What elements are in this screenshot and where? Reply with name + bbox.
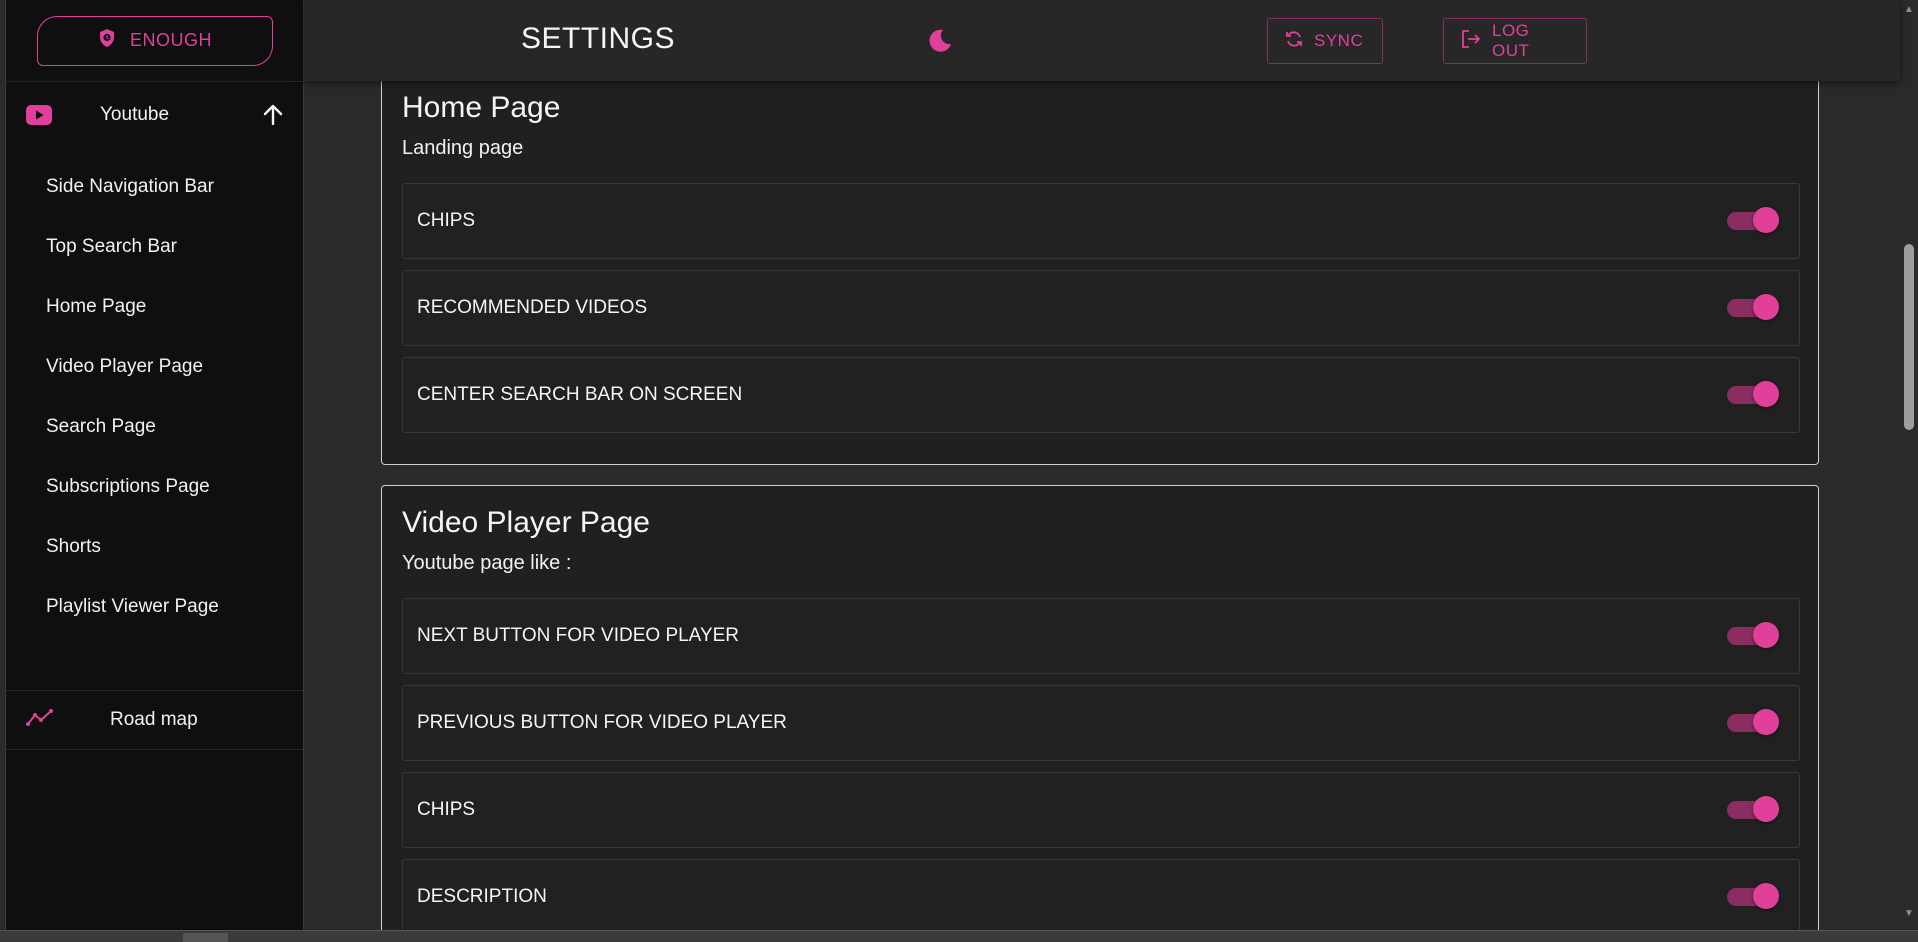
video-player-page-card: Video Player Page Youtube page like : NE… <box>381 485 1819 930</box>
scrollbar-thumb[interactable] <box>1904 244 1914 430</box>
sidebar-nav-list: Side Navigation Bar Top Search Bar Home … <box>6 147 304 637</box>
option-toggle[interactable] <box>1727 796 1779 822</box>
card-subtitle: Youtube page like : <box>402 552 572 574</box>
sidebar-item-shorts[interactable]: Shorts <box>6 517 304 577</box>
arrow-up-icon[interactable] <box>260 102 286 128</box>
top-header: SETTINGS SYNC LOG OUT <box>304 0 1900 81</box>
toggle-knob <box>1753 883 1779 909</box>
sync-icon <box>1284 29 1304 54</box>
brand-label: ENOUGH <box>129 30 212 50</box>
sidebar-item-road-map[interactable]: Road map <box>6 690 304 750</box>
moon-icon[interactable] <box>926 27 954 55</box>
sidebar-section-label: Youtube <box>100 103 170 125</box>
trend-line-icon <box>26 708 54 733</box>
option-label: CHIPS <box>417 799 476 820</box>
option-row: PREVIOUS BUTTON FOR VIDEO PLAYER <box>402 685 1800 761</box>
scroll-down-icon[interactable]: ▼ <box>1903 908 1915 920</box>
sidebar-item-search-page[interactable]: Search Page <box>6 397 304 457</box>
sidebar-item-side-navigation-bar[interactable]: Side Navigation Bar <box>6 157 304 217</box>
option-toggle[interactable] <box>1727 381 1779 407</box>
sidebar: ENOUGH Youtube Side Navigation Bar Top S… <box>5 0 304 930</box>
sidebar-item-subscriptions-page[interactable]: Subscriptions Page <box>6 457 304 517</box>
logout-label: LOG OUT <box>1492 21 1530 60</box>
toggle-knob <box>1753 709 1779 735</box>
app-window: ENOUGH Youtube Side Navigation Bar Top S… <box>0 0 1918 942</box>
brand-button[interactable]: ENOUGH <box>37 15 273 66</box>
bottom-bar <box>0 930 1918 942</box>
option-row: CHIPS <box>402 772 1800 848</box>
option-row: RECOMMENDED VIDEOS <box>402 270 1800 346</box>
sync-label: SYNC <box>1314 31 1364 50</box>
option-toggle[interactable] <box>1727 709 1779 735</box>
youtube-icon <box>26 104 52 125</box>
option-row: DESCRIPTION <box>402 859 1800 930</box>
option-toggle[interactable] <box>1727 883 1779 909</box>
sidebar-item-playlist-viewer-page[interactable]: Playlist Viewer Page <box>6 577 304 637</box>
option-row: CHIPS <box>402 183 1800 259</box>
vertical-scrollbar[interactable] <box>1900 0 1918 930</box>
option-label: PREVIOUS BUTTON FOR VIDEO PLAYER <box>417 712 787 733</box>
shield-icon <box>98 28 116 53</box>
scroll-up-icon[interactable]: ▲ <box>1903 4 1915 16</box>
sidebar-item-video-player-page[interactable]: Video Player Page <box>6 337 304 397</box>
bottom-tab[interactable] <box>183 933 228 942</box>
option-label: NEXT BUTTON FOR VIDEO PLAYER <box>417 625 740 646</box>
option-row: NEXT BUTTON FOR VIDEO PLAYER <box>402 598 1800 674</box>
toggle-knob <box>1753 207 1779 233</box>
option-row: CENTER SEARCH BAR ON SCREEN <box>402 357 1800 433</box>
sidebar-section-youtube[interactable]: Youtube <box>6 82 304 147</box>
sidebar-item-top-search-bar[interactable]: Top Search Bar <box>6 217 304 277</box>
settings-content: Home Page Landing page CHIPS RECOMMENDED… <box>304 0 1900 930</box>
logout-button[interactable]: LOG OUT <box>1443 18 1587 64</box>
option-label: CENTER SEARCH BAR ON SCREEN <box>417 384 743 405</box>
road-map-label: Road map <box>110 709 198 730</box>
toggle-knob <box>1753 381 1779 407</box>
option-toggle[interactable] <box>1727 294 1779 320</box>
option-label: CHIPS <box>417 210 476 231</box>
page-title: SETTINGS <box>521 22 676 55</box>
option-toggle[interactable] <box>1727 207 1779 233</box>
toggle-knob <box>1753 294 1779 320</box>
option-toggle[interactable] <box>1727 622 1779 648</box>
card-title: Home Page <box>402 91 561 124</box>
brand-area: ENOUGH <box>6 0 304 82</box>
toggle-knob <box>1753 796 1779 822</box>
option-label: DESCRIPTION <box>417 886 547 907</box>
sidebar-item-home-page[interactable]: Home Page <box>6 277 304 337</box>
card-subtitle: Landing page <box>402 137 524 159</box>
toggle-knob <box>1753 622 1779 648</box>
sync-button[interactable]: SYNC <box>1267 18 1383 64</box>
logout-icon <box>1460 29 1482 54</box>
card-title: Video Player Page <box>402 506 650 539</box>
option-label: RECOMMENDED VIDEOS <box>417 297 648 318</box>
